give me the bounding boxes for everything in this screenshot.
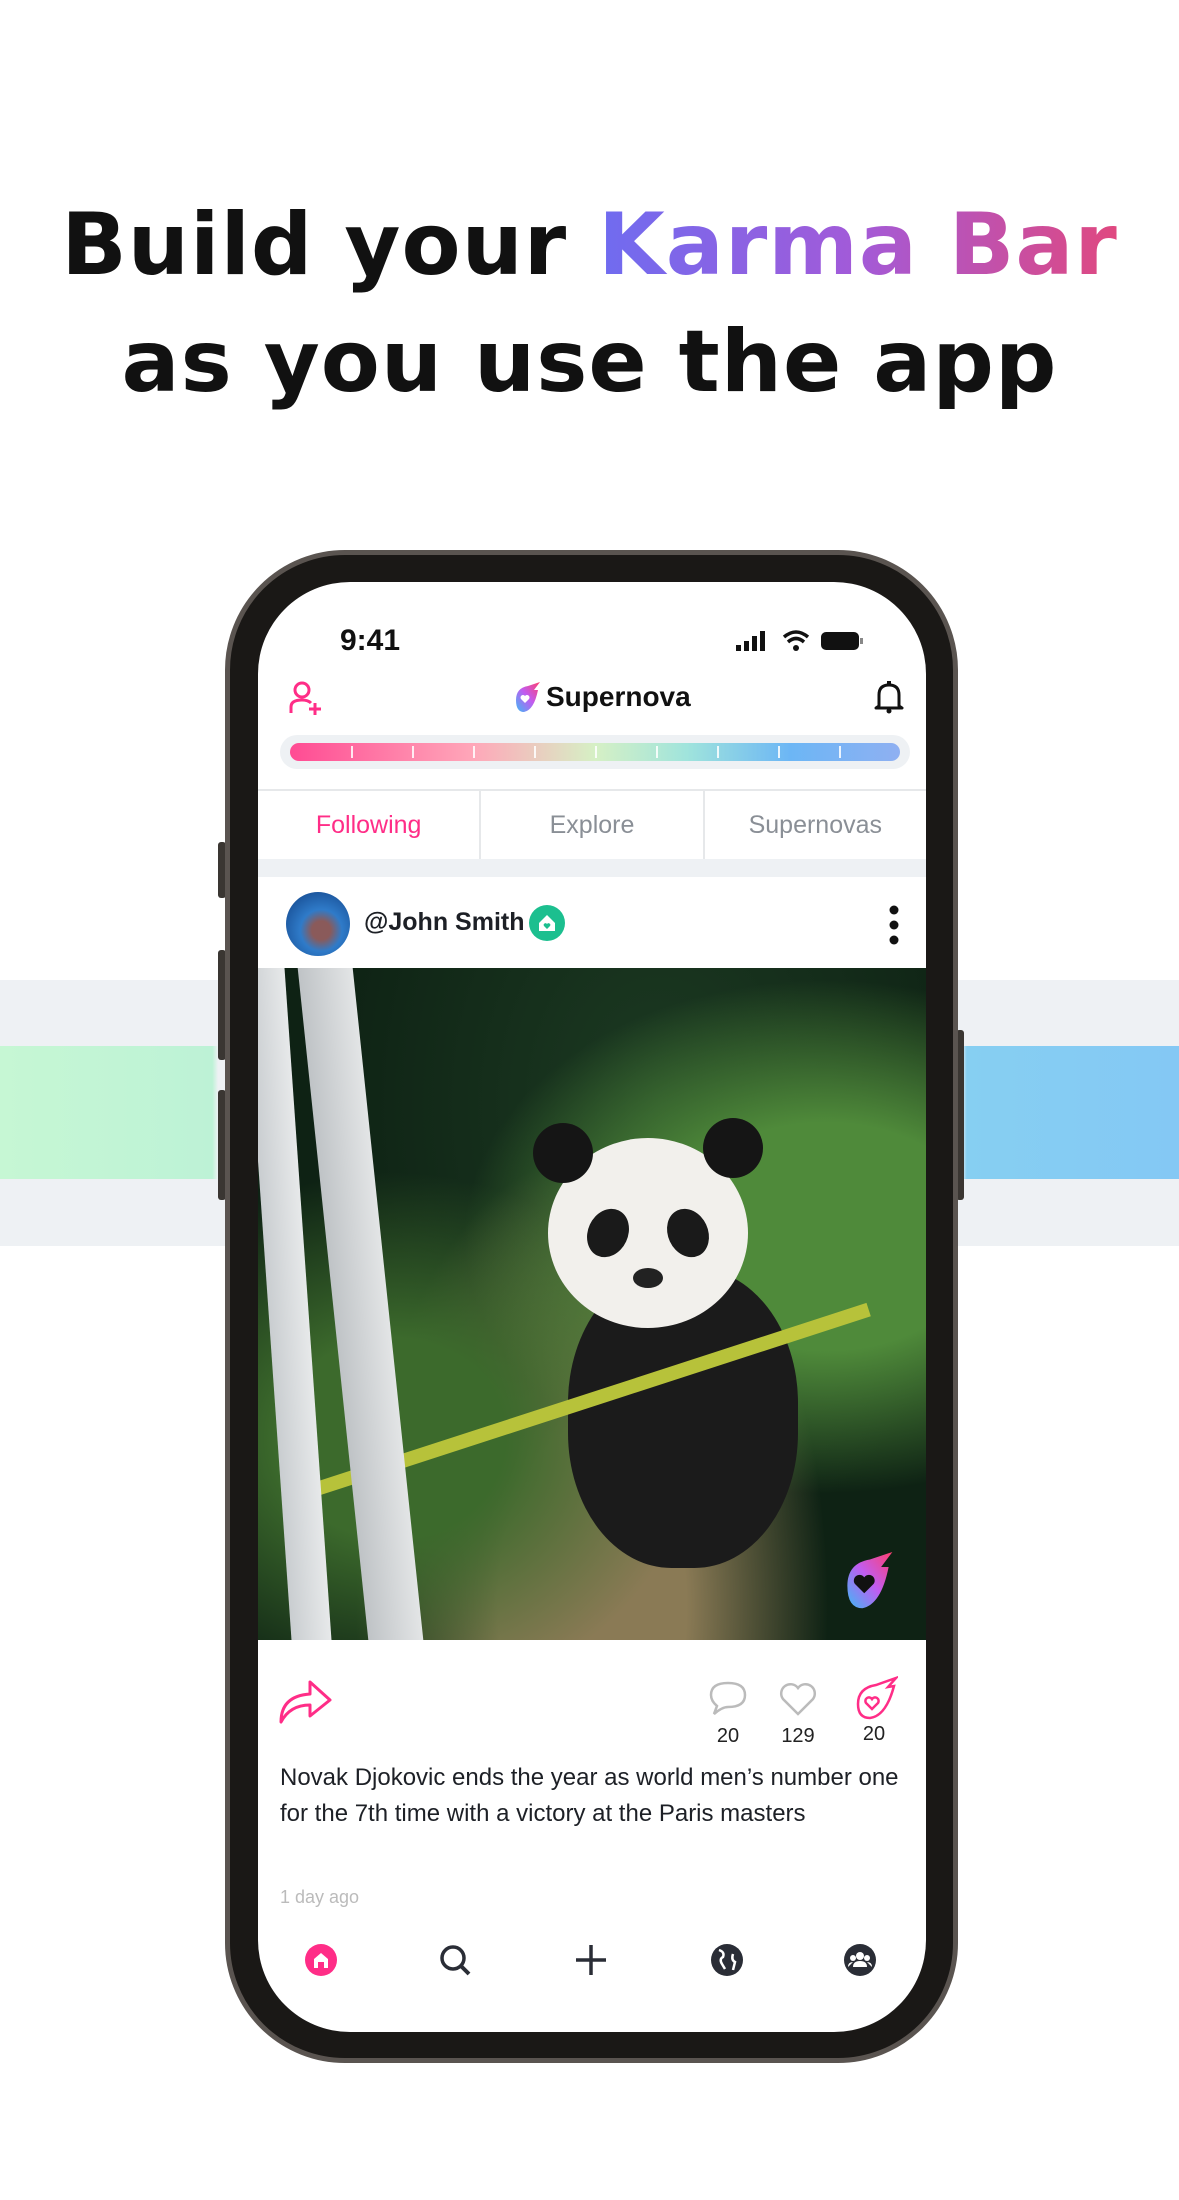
like-count: 129 xyxy=(781,1725,815,1747)
karma-bar-tick xyxy=(656,746,658,758)
more-options-icon[interactable] xyxy=(888,904,900,946)
supernova-react-icon[interactable] xyxy=(838,1552,898,1612)
status-time: 9:41 xyxy=(340,624,401,657)
post-timestamp: 1 day ago xyxy=(280,1887,360,1907)
post-caption: Novak Djokovic ends the year as world me… xyxy=(280,1764,899,1827)
karma-bar xyxy=(290,743,900,761)
feed-tabs: Following Explore Supernovas xyxy=(258,789,926,859)
add-user-icon[interactable] xyxy=(288,680,324,716)
supernova-logo-icon xyxy=(516,682,540,712)
comment-icon[interactable] xyxy=(708,1680,748,1718)
karma-bar-tick xyxy=(717,746,719,758)
panda-ear xyxy=(533,1123,593,1183)
panda-ear xyxy=(703,1118,763,1178)
share-icon[interactable] xyxy=(278,1678,332,1724)
globe-icon[interactable] xyxy=(709,1942,745,1978)
supernova-icon[interactable] xyxy=(852,1676,898,1720)
comment-count: 20 xyxy=(716,1725,740,1747)
home-badge-icon xyxy=(529,905,565,941)
karma-bar-tick xyxy=(839,746,841,758)
headline-line1: Build your Karma Bar xyxy=(0,195,1179,295)
group-icon[interactable] xyxy=(842,1942,878,1978)
status-icons xyxy=(736,630,863,651)
headline-text: Build your xyxy=(61,195,599,295)
search-icon[interactable] xyxy=(437,1942,473,1978)
karma-bar-track xyxy=(280,735,910,769)
karma-bar-tick xyxy=(595,746,597,758)
divider xyxy=(258,859,926,877)
headline-line2: as you use the app xyxy=(121,312,1058,412)
plus-icon[interactable] xyxy=(573,1942,609,1978)
post-image[interactable] xyxy=(258,968,926,1640)
headline-highlight: Karma Bar xyxy=(598,195,1118,295)
home-icon[interactable] xyxy=(303,1942,339,1978)
tab-supernovas[interactable]: Supernovas xyxy=(705,791,926,859)
avatar[interactable] xyxy=(286,892,350,956)
karma-bar-tick xyxy=(473,746,475,758)
panda-nose xyxy=(633,1268,663,1288)
karma-bar-tick xyxy=(412,746,414,758)
karma-bar-tick xyxy=(778,746,780,758)
karma-bar-tick xyxy=(534,746,536,758)
phone-screen: 9:41 Supernova Following Explore Superno… xyxy=(258,582,926,2032)
like-icon[interactable] xyxy=(778,1680,818,1718)
supernova-count: 20 xyxy=(862,1723,886,1745)
tab-explore[interactable]: Explore xyxy=(481,791,705,859)
bell-icon[interactable] xyxy=(874,680,904,714)
karma-bar-tick xyxy=(351,746,353,758)
app-title: Supernova xyxy=(546,681,691,712)
tab-following[interactable]: Following xyxy=(258,791,482,859)
post-username[interactable]: @John Smith xyxy=(364,908,525,937)
